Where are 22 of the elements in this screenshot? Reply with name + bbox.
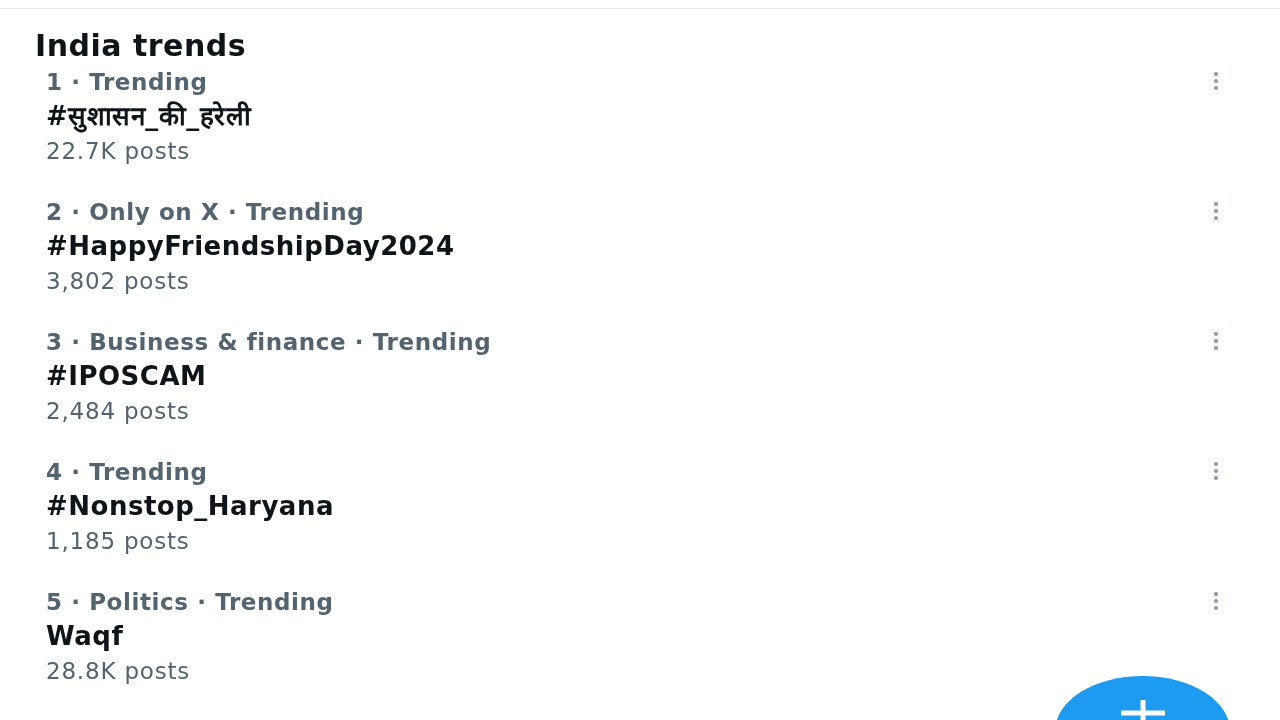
trend-context: 4 · Trending <box>46 458 209 487</box>
section-heading: India trends <box>35 27 248 65</box>
post-count: 1,185 posts <box>46 527 191 556</box>
more-options-icon[interactable] <box>1212 461 1220 481</box>
trend-title[interactable]: #IPOSCAM <box>46 359 492 393</box>
more-options-icon[interactable] <box>1212 71 1220 91</box>
plus-icon <box>1120 700 1165 720</box>
trend-context: 2 · Only on X · Trending <box>46 198 366 227</box>
trend-title[interactable]: #Nonstop_Haryana <box>46 489 334 523</box>
more-options-icon[interactable] <box>1212 331 1220 351</box>
trend-context: 3 · Business & finance · Trending <box>46 328 492 357</box>
post-count: 22.7K posts <box>46 137 192 166</box>
post-count: 28.8K posts <box>46 657 192 686</box>
trend-title[interactable]: #HappyFriendshipDay2024 <box>46 229 455 263</box>
more-options-icon[interactable] <box>1212 201 1220 221</box>
post-count: 2,484 posts <box>46 397 191 426</box>
trend-title[interactable]: Waqf <box>46 619 334 653</box>
trend-title[interactable]: #सुशासन_की_हरेली <box>46 99 252 133</box>
trend-context: 1 · Trending <box>46 68 209 97</box>
post-count: 3,802 posts <box>46 267 191 296</box>
trend-context: 5 · Politics · Trending <box>46 588 334 617</box>
more-options-icon[interactable] <box>1212 591 1220 611</box>
